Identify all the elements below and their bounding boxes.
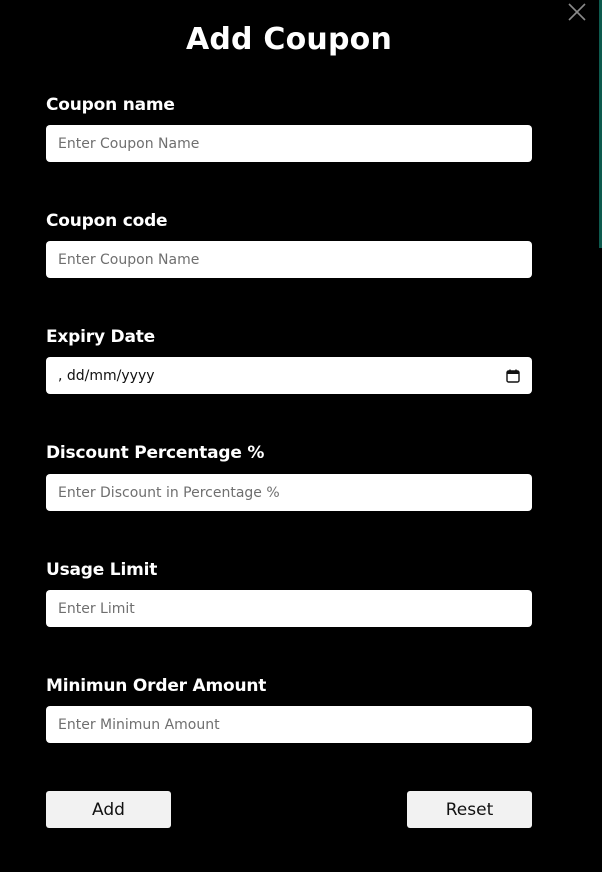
expiry-date-label: Expiry Date (46, 327, 155, 347)
close-icon (568, 3, 586, 21)
dialog-title: Add Coupon (185, 22, 393, 57)
coupon-name-label: Coupon name (46, 95, 175, 115)
discount-percentage-label: Discount Percentage % (46, 443, 265, 463)
coupon-code-label: Coupon code (46, 211, 168, 231)
coupon-code-input[interactable] (46, 241, 532, 278)
reset-button[interactable]: Reset (407, 791, 532, 828)
usage-limit-input[interactable] (46, 590, 532, 627)
add-button[interactable]: Add (46, 791, 171, 828)
discount-percentage-input[interactable] (46, 474, 532, 511)
expiry-date-value: , dd/mm/yyyy (58, 367, 155, 384)
minimum-order-amount-label: Minimun Order Amount (46, 676, 267, 696)
close-button[interactable] (567, 2, 587, 22)
calendar-icon[interactable] (506, 369, 520, 383)
coupon-name-input[interactable] (46, 125, 532, 162)
expiry-date-input[interactable]: , dd/mm/yyyy (46, 357, 532, 394)
add-coupon-dialog: Add Coupon Coupon name Coupon code Expir… (0, 0, 602, 872)
usage-limit-label: Usage Limit (46, 560, 158, 580)
minimum-order-amount-input[interactable] (46, 706, 532, 743)
